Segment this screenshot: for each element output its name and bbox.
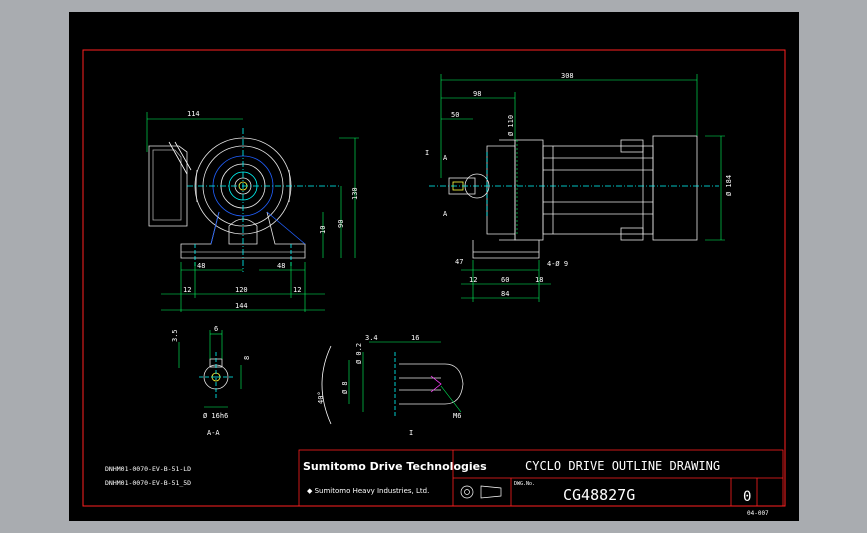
section-aa	[199, 352, 235, 400]
side-view-dimensions	[440, 74, 725, 302]
dim-90: 90	[337, 220, 345, 228]
dim-12: 12	[469, 276, 477, 284]
dim-84: 84	[501, 290, 509, 298]
dim-6: 6	[214, 325, 218, 333]
drawing-sheet: 114 130 90 10 48 48 12 120 12 144 308 98…	[69, 12, 799, 521]
drawing-title: CYCLO DRIVE OUTLINE DRAWING	[525, 459, 720, 473]
dim-308: 308	[561, 72, 574, 80]
dim-18: 18	[535, 276, 543, 284]
drawing-number: CG48827G	[563, 486, 635, 504]
dim-47: 47	[455, 258, 463, 266]
company-subtitle: ◆ Sumitomo Heavy Industries, Ltd.	[307, 487, 429, 495]
dim-50: 50	[451, 111, 459, 119]
section-aa-labels: 3.5 6 8 Ø 16h6 A-A	[171, 325, 251, 437]
dim-130: 130	[351, 187, 359, 200]
dim-dia-16h6: Ø 16h6	[203, 412, 228, 420]
dim-dia-0-2: Ø 0.2	[355, 343, 363, 364]
drawing-frame	[82, 49, 786, 507]
detail-i-title: I	[409, 429, 413, 437]
dim-3-5: 3.5	[171, 329, 179, 342]
detail-i-labels: 3.4 16 Ø 0.2 Ø 8 40° M6 I	[317, 334, 461, 437]
projection-symbol	[460, 485, 502, 499]
dim-16: 16	[411, 334, 419, 342]
label-section-a-bottom: A	[443, 210, 448, 218]
dwg-no-label: DWG.No.	[514, 481, 535, 487]
dim-48-right: 48	[277, 262, 285, 270]
label-detail-i: I	[425, 149, 429, 157]
front-view-dimensions	[146, 112, 359, 312]
front-view	[148, 128, 339, 272]
side-view	[429, 135, 719, 259]
dim-10: 10	[319, 226, 327, 234]
dim-12-left: 12	[183, 286, 191, 294]
dim-40-deg: 40°	[317, 391, 325, 404]
front-view-dim-labels: 114 130 90 10 48 48 12 120 12 144	[183, 110, 359, 310]
dim-48-left: 48	[197, 262, 205, 270]
dim-m6: M6	[453, 412, 461, 420]
cad-canvas: 114 130 90 10 48 48 12 120 12 144 308 98…	[82, 49, 786, 517]
label-section-a-top: A	[443, 154, 448, 162]
dim-98: 98	[473, 90, 481, 98]
dim-114: 114	[187, 110, 200, 118]
dim-dia-110: Ø 110	[507, 115, 515, 136]
dim-144: 144	[235, 302, 248, 310]
section-aa-title: A-A	[207, 429, 220, 437]
dim-12-right: 12	[293, 286, 301, 294]
sheet-reference: 04-007	[747, 510, 769, 517]
dim-8: 8	[243, 356, 251, 360]
note-line-2: DNHM01-0070-EV-B-51_5D	[105, 479, 191, 487]
dim-120: 120	[235, 286, 248, 294]
revision: 0	[743, 489, 751, 505]
dim-4-holes: 4-Ø 9	[547, 260, 568, 268]
section-aa-dimensions	[178, 330, 242, 408]
dim-dia-184: Ø 184	[725, 175, 733, 196]
dim-3-4: 3.4	[365, 334, 378, 342]
side-view-dim-labels: 308 98 50 Ø 110 Ø 184 47 12 60 18 84 4-Ø…	[425, 72, 733, 298]
detail-i-dimensions	[348, 341, 462, 413]
company-name: Sumitomo Drive Technologies	[303, 460, 487, 473]
note-line-1: DNHM01-0070-EV-B-51-LD	[105, 465, 191, 473]
dim-60: 60	[501, 276, 509, 284]
dim-dia-8: Ø 8	[341, 381, 349, 394]
